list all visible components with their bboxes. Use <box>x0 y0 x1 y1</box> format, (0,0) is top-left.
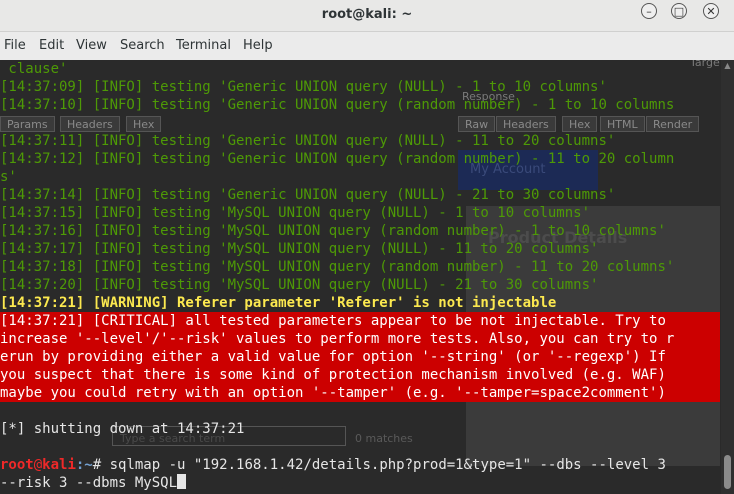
menu-file[interactable]: File <box>4 38 26 53</box>
maximize-icon: □ <box>673 5 685 18</box>
bg-target-label: Targe <box>690 60 720 69</box>
terminal-line: [14:37:17] [INFO] testing 'MySQL UNION q… <box>0 241 599 257</box>
command-prompt-line[interactable]: root@kali:~# sqlmap -u "192.168.1.42/det… <box>0 456 666 474</box>
terminal-line: [14:37:11] [INFO] testing 'Generic UNION… <box>0 133 616 149</box>
terminal-line: [14:37:15] [INFO] testing 'MySQL UNION q… <box>0 205 591 221</box>
critical-line: you suspect that there is some kind of p… <box>0 367 666 383</box>
critical-line: erun by providing either a valid value f… <box>0 349 666 365</box>
terminal-line: s' <box>0 169 17 185</box>
close-button[interactable]: ✕ <box>703 3 719 19</box>
scrollbar-thumb[interactable] <box>724 455 731 489</box>
maximize-button[interactable]: □ <box>671 3 687 19</box>
scrollbar[interactable] <box>721 60 734 494</box>
terminal-line: [14:37:09] [INFO] testing 'Generic UNION… <box>0 79 607 95</box>
scroll-up-icon[interactable]: ▲ <box>722 62 733 70</box>
prompt-user: root <box>0 457 34 473</box>
minimize-button[interactable]: – <box>641 3 657 19</box>
bg-tab-html: HTML <box>600 116 645 132</box>
terminal-line: [14:37:12] [INFO] testing 'Generic UNION… <box>0 151 675 167</box>
bg-tab-hex-2: Hex <box>562 116 598 132</box>
close-icon: ✕ <box>706 5 716 18</box>
prompt-symbol: # <box>92 457 110 473</box>
bg-tab-render: Render <box>646 116 700 132</box>
command-text: sqlmap -u "192.168.1.42/details.php?prod… <box>109 457 666 473</box>
title-bar: root@kali: ~ – □ ✕ <box>0 0 734 32</box>
critical-line: [14:37:21] [CRITICAL] all tested paramet… <box>0 313 666 329</box>
window-title: root@kali: ~ <box>321 7 413 22</box>
terminal-window: root@kali: ~ – □ ✕ File Edit View Search T… <box>0 0 734 494</box>
menu-help[interactable]: Help <box>243 38 273 53</box>
bg-matches-label: 0 matches <box>355 432 413 445</box>
prompt-host: kali <box>42 457 76 473</box>
prompt-path: :~ <box>75 457 93 473</box>
bg-tab-params: Params <box>0 116 55 132</box>
terminal-line: [14:37:10] [INFO] testing 'Generic UNION… <box>0 97 675 113</box>
menu-edit[interactable]: Edit <box>39 38 64 53</box>
warning-line: [14:37:21] [WARNING] Referer parameter '… <box>0 295 557 311</box>
bg-tab-headers-2: Headers <box>496 116 556 132</box>
menu-view[interactable]: View <box>76 38 107 53</box>
terminal-line: [14:37:20] [INFO] testing 'MySQL UNION q… <box>0 277 599 293</box>
command-continuation-line[interactable]: --risk 3 --dbms MySQL <box>0 474 187 492</box>
terminal-line: clause' <box>0 61 68 77</box>
terminal-area[interactable]: Targe Response Params Headers Hex Raw He… <box>0 60 734 494</box>
text-cursor <box>177 474 187 489</box>
prompt-at: @ <box>33 457 43 473</box>
terminal-line: [14:37:18] [INFO] testing 'MySQL UNION q… <box>0 259 675 275</box>
critical-line: maybe you could retry with an option '--… <box>0 385 666 401</box>
bg-tab-hex: Hex <box>126 116 162 132</box>
bg-tab-headers: Headers <box>60 116 120 132</box>
menu-bar: File Edit View Search Terminal Help <box>0 32 734 61</box>
critical-line: increase '--level'/'--risk' values to pe… <box>0 331 675 347</box>
terminal-line: [14:37:14] [INFO] testing 'Generic UNION… <box>0 187 616 203</box>
shutdown-line: [*] shutting down at 14:37:21 <box>0 421 245 437</box>
menu-search[interactable]: Search <box>120 38 165 53</box>
terminal-line: [14:37:16] [INFO] testing 'MySQL UNION q… <box>0 223 666 239</box>
minimize-icon: – <box>646 5 652 18</box>
command-text-continued: --risk 3 --dbms MySQL <box>0 475 178 491</box>
bg-tab-raw: Raw <box>458 116 496 132</box>
menu-terminal[interactable]: Terminal <box>176 38 231 53</box>
